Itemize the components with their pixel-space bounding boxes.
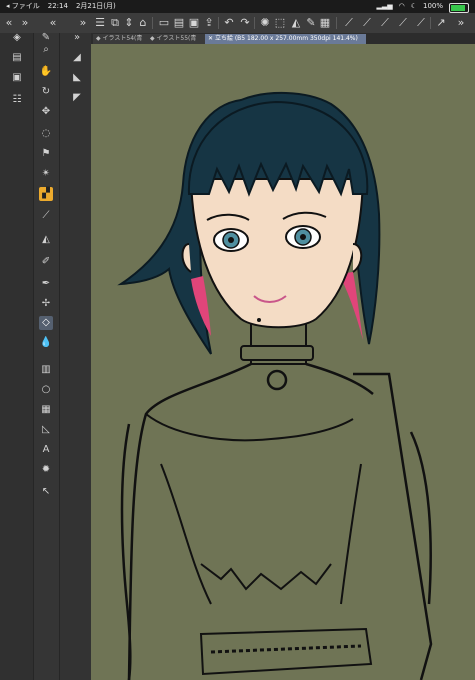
- edit-icon[interactable]: ✎: [304, 16, 318, 30]
- ruler-icon[interactable]: ◺: [39, 423, 53, 437]
- moon-icon: ☾: [410, 2, 417, 10]
- tab-active-canvas[interactable]: ✕ 立ち絵 (B5 182.00 x 257.00mm 350dpi 141.4…: [205, 34, 366, 44]
- lasso-icon[interactable]: ◌: [39, 127, 53, 141]
- artwork: [117, 92, 433, 680]
- tab-illust55[interactable]: ◆ イラスト55(青: [147, 34, 206, 44]
- magic-wand-icon[interactable]: ✴: [39, 167, 53, 181]
- new-file-icon[interactable]: ▭: [157, 16, 171, 30]
- auto-select-icon[interactable]: ⚑: [39, 147, 53, 161]
- layers-icon[interactable]: ◈: [10, 31, 24, 45]
- chevron-left-icon[interactable]: «: [2, 16, 16, 30]
- wifi-icon: ◠: [398, 2, 405, 10]
- sub-tool-palette: » ◢ ◣ ◤: [60, 31, 91, 680]
- chevron-right-icon[interactable]: »: [70, 31, 84, 45]
- snap-icon[interactable]: ⟋: [396, 16, 410, 30]
- zoom-icon[interactable]: ⌕: [39, 43, 53, 57]
- shape-icon[interactable]: ○: [39, 383, 53, 397]
- battery-percent: 100%: [422, 2, 443, 10]
- fill-tool-icon[interactable]: ▞: [39, 187, 53, 201]
- status-time: 22:14: [47, 2, 68, 10]
- loading-icon[interactable]: ✺: [258, 16, 272, 30]
- signal-icon: ▂▃▅: [376, 2, 393, 10]
- rotate-icon[interactable]: ↻: [39, 85, 53, 99]
- fill-icon[interactable]: ◭: [39, 233, 53, 247]
- transform-icon[interactable]: ⬚: [273, 16, 287, 30]
- hard-eraser-icon[interactable]: ◢: [70, 51, 84, 65]
- cloud-icon[interactable]: ⌂: [136, 16, 150, 30]
- blend-icon[interactable]: 💧: [39, 336, 53, 350]
- menu-icon[interactable]: ☰: [93, 16, 107, 30]
- new-canvas-icon[interactable]: ⧉: [108, 16, 122, 30]
- snap-icon[interactable]: ⟋: [342, 16, 356, 30]
- properties-icon[interactable]: ☷: [10, 93, 24, 107]
- soft-eraser-icon[interactable]: ◣: [70, 71, 84, 85]
- vector-eraser-icon[interactable]: ◤: [70, 91, 84, 105]
- left-panels: ◈ ▤ ▣ ☷ ✎ ⌕ ✋ ↻ ✥ ◌ ⚑ ✴ ▞ ⟋ ◭ ✐ ✒ ✢ ◇ 💧 …: [0, 31, 91, 680]
- fill-bucket-icon[interactable]: ◭: [289, 16, 303, 30]
- status-date: 2月21日(月): [75, 2, 116, 10]
- balloon-icon[interactable]: ✹: [39, 463, 53, 477]
- snap-icon[interactable]: ⟋: [378, 16, 392, 30]
- drawing-canvas[interactable]: [91, 44, 475, 680]
- frame-icon[interactable]: ▦: [39, 403, 53, 417]
- eyedropper-icon[interactable]: ⟋: [39, 209, 53, 223]
- palette-bar: ◈ ▤ ▣ ☷: [0, 31, 34, 680]
- status-bar: ◂ ファイル 22:14 2月21日(月) ▂▃▅ ◠ ☾ 100%: [0, 0, 475, 13]
- eraser-icon[interactable]: ◇: [39, 316, 53, 330]
- back-to-files-link[interactable]: ◂ ファイル: [6, 0, 40, 13]
- hand-icon[interactable]: ✋: [39, 65, 53, 79]
- save-icon[interactable]: ▣: [187, 16, 201, 30]
- redo-icon[interactable]: ↷: [238, 16, 252, 30]
- navigator-icon[interactable]: ▤: [10, 51, 24, 65]
- undo-icon[interactable]: ↶: [222, 16, 236, 30]
- open-folder-icon[interactable]: ▤: [172, 16, 186, 30]
- sub-tool-icon[interactable]: ▣: [10, 71, 24, 85]
- gradient-icon[interactable]: ▥: [39, 363, 53, 377]
- expand-icon[interactable]: ⇕: [122, 16, 136, 30]
- document-tabs: ◆ イラスト54(青 ◆ イラスト55(青 ✕ 立ち絵 (B5 182.00 x…: [91, 33, 475, 44]
- chevron-right-icon[interactable]: »: [76, 16, 90, 30]
- settings-icon[interactable]: ▦: [318, 16, 332, 30]
- battery-icon: [449, 2, 469, 13]
- snap-icon[interactable]: ⟋: [414, 16, 428, 30]
- export-icon[interactable]: ⇪: [202, 16, 216, 30]
- tool-bar: ✎ ⌕ ✋ ↻ ✥ ◌ ⚑ ✴ ▞ ⟋ ◭ ✐ ✒ ✢ ◇ 💧 ▥ ○ ▦ ◺ …: [34, 32, 90, 680]
- chevron-right-icon[interactable]: »: [454, 16, 468, 30]
- chevron-right-icon[interactable]: »: [18, 16, 32, 30]
- share-icon[interactable]: ↗: [434, 16, 448, 30]
- correction-icon[interactable]: ↖: [39, 485, 53, 499]
- text-icon[interactable]: A: [39, 443, 53, 457]
- close-icon: ✕: [208, 35, 215, 42]
- pencil-icon[interactable]: ✐: [39, 255, 53, 269]
- brush-icon[interactable]: ✒: [39, 277, 53, 291]
- move-icon[interactable]: ✥: [39, 105, 53, 119]
- airbrush-icon[interactable]: ✢: [39, 297, 53, 311]
- snap-icon[interactable]: ⟋: [360, 16, 374, 30]
- chevron-left-icon[interactable]: «: [46, 16, 60, 30]
- tab-illust54[interactable]: ◆ イラスト54(青: [93, 34, 148, 44]
